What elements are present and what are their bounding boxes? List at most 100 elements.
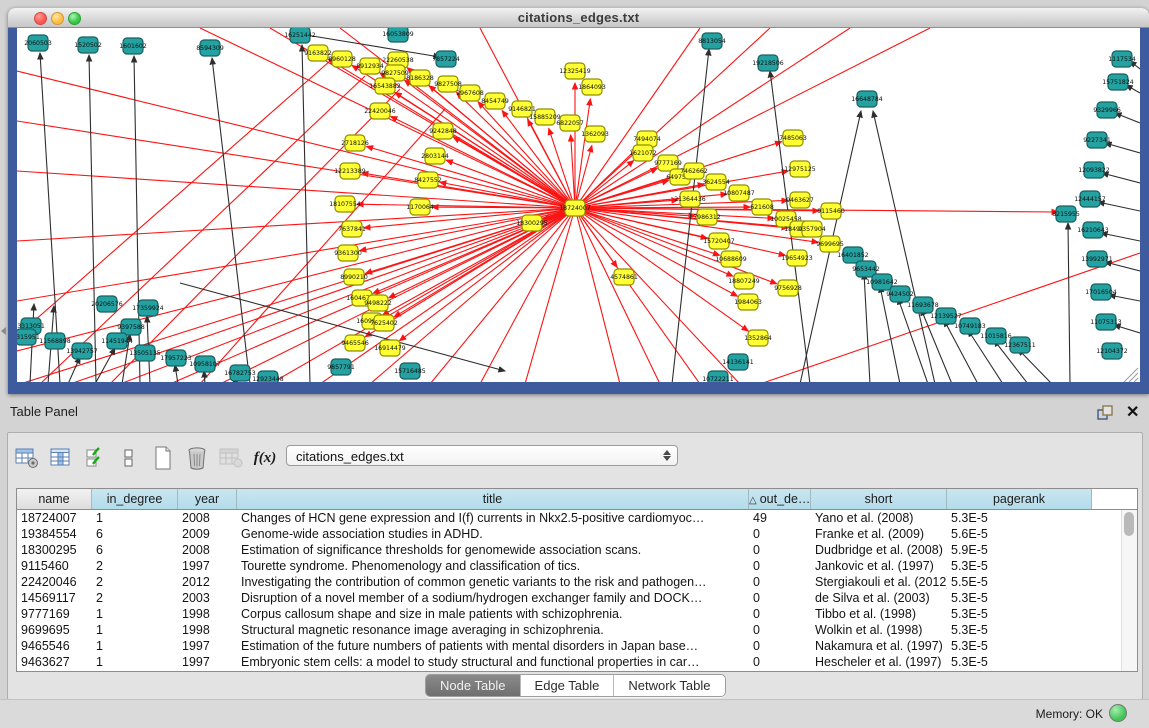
graph-node-teal[interactable]: 16782753	[224, 365, 256, 381]
graph-node-teal[interactable]: 12923448	[252, 371, 284, 382]
citation-edge[interactable]	[17, 61, 330, 336]
graph-node-yellow[interactable]: 12213389	[334, 163, 366, 179]
column-header-in_degree[interactable]: in_degree	[92, 489, 178, 509]
graph-node-yellow[interactable]: 7485063	[779, 130, 807, 146]
citation-edge[interactable]	[1098, 202, 1140, 211]
graph-node-teal[interactable]: 12139527	[930, 308, 962, 324]
graph-node-teal[interactable]: 15716485	[394, 363, 426, 379]
tab-network-table[interactable]: Network Table	[614, 675, 724, 696]
graph-node-yellow[interactable]: 1621072	[629, 145, 657, 161]
graph-node-yellow[interactable]: 7625402	[370, 315, 398, 331]
graph-node-yellow[interactable]: 8186328	[406, 70, 434, 86]
graph-node-teal[interactable]: 12093822	[1078, 162, 1110, 178]
graph-node-yellow[interactable]: 1864093	[578, 79, 606, 95]
table-column-icon[interactable]	[48, 446, 74, 470]
graph-node-yellow[interactable]: 15720407	[703, 233, 735, 249]
graph-node-teal[interactable]: 10749183	[954, 318, 986, 334]
table-row[interactable]: 946554611997Estimation of the future num…	[17, 638, 1137, 654]
citation-edge[interactable]	[400, 208, 575, 341]
graph-node-teal[interactable]: 16053809	[382, 28, 414, 42]
graph-node-teal[interactable]: 11693678	[907, 297, 939, 313]
graph-node-teal[interactable]: 12444157	[1074, 191, 1106, 207]
graph-node-teal[interactable]: 8594309	[196, 40, 224, 56]
graph-node-yellow[interactable]: 1170064	[406, 199, 434, 215]
graph-node-teal[interactable]: 16648784	[851, 91, 883, 107]
citation-edge[interactable]	[95, 348, 115, 382]
citation-edge[interactable]	[1068, 223, 1070, 382]
graph-node-yellow[interactable]: 7637841	[338, 221, 366, 237]
graph-node-yellow[interactable]: 8454749	[481, 93, 509, 109]
row-height-icon[interactable]	[116, 446, 142, 470]
column-header-pagerank[interactable]: pagerank	[947, 489, 1092, 509]
graph-node-yellow[interactable]: 8990210	[340, 269, 368, 285]
tab-edge-table[interactable]: Edge Table	[521, 675, 615, 696]
graph-node-yellow[interactable]: 6822057	[556, 115, 584, 131]
graph-node-teal[interactable]: 9329966	[1093, 102, 1121, 118]
graph-node-teal[interactable]: 13942757	[66, 343, 98, 359]
graph-node-yellow[interactable]: 8960128	[328, 51, 356, 67]
table-row[interactable]: 946362711997Embryonic stem cells: a mode…	[17, 654, 1137, 670]
column-header-name[interactable]: name	[17, 489, 92, 509]
citation-edge[interactable]	[212, 58, 250, 382]
graph-node-yellow[interactable]: 7986312	[693, 209, 721, 225]
column-header-short[interactable]: short	[811, 489, 947, 509]
graph-node-yellow[interactable]: 1984063	[734, 294, 762, 310]
graph-node-yellow[interactable]: 1362093	[581, 126, 609, 142]
graph-node-teal[interactable]: 16210643	[1077, 222, 1109, 238]
citation-edge[interactable]	[204, 371, 205, 382]
column-header-title[interactable]: title	[237, 489, 749, 509]
graph-node-teal[interactable]: 7857224	[432, 51, 460, 67]
graph-node-yellow[interactable]: 9115460	[817, 203, 845, 219]
citation-edge[interactable]	[175, 365, 178, 382]
citation-edge[interactable]	[1105, 262, 1140, 271]
graph-node-yellow[interactable]: 2967608	[456, 85, 484, 101]
graph-node-yellow[interactable]: 9242848	[429, 123, 457, 139]
graph-node-teal[interactable]: 11568898	[39, 333, 71, 349]
table-row[interactable]: 911546021997Tourette syndrome. Phenomeno…	[17, 558, 1137, 574]
graph-node-yellow[interactable]: 2803144	[421, 148, 449, 164]
table-row[interactable]: 1938455462009Genome-wide association stu…	[17, 526, 1137, 542]
citation-edge[interactable]	[1105, 143, 1140, 153]
graph-node-teal[interactable]: 10958107	[189, 356, 221, 372]
citation-edge[interactable]	[1102, 173, 1140, 183]
graph-node-yellow[interactable]: 9699695	[816, 236, 844, 252]
table-row[interactable]: 969969511998Structural magnetic resonanc…	[17, 622, 1137, 638]
citation-edge[interactable]	[575, 28, 930, 208]
graph-node-yellow[interactable]: 12975125	[784, 161, 816, 177]
graph-node-teal[interactable]: 14136141	[722, 354, 754, 370]
citation-edge[interactable]	[68, 357, 80, 382]
column-header-year[interactable]: year	[178, 489, 237, 509]
graph-node-teal[interactable]: 16251442	[284, 28, 316, 43]
graph-node-yellow[interactable]: 10807487	[723, 185, 755, 201]
table-row[interactable]: 2242004622012Investigating the contribut…	[17, 574, 1137, 590]
graph-node-teal[interactable]: 9227341	[1083, 132, 1111, 148]
graph-node-teal[interactable]: 11075313	[1090, 314, 1122, 330]
new-document-icon[interactable]	[150, 446, 176, 470]
table-selector-dropdown[interactable]: citations_edges.txt	[286, 445, 678, 466]
close-panel-icon[interactable]: ✕	[1126, 402, 1139, 422]
citation-edge[interactable]	[430, 208, 575, 382]
graph-node-yellow[interactable]: 12325419	[559, 63, 591, 79]
graph-node-teal[interactable]: 15751824	[1102, 74, 1134, 90]
graph-node-teal[interactable]: 1117534	[1108, 51, 1136, 67]
function-icon[interactable]: f(x)	[252, 446, 278, 470]
graph-node-teal[interactable]: 8215955	[1052, 206, 1080, 222]
graph-node-yellow[interactable]: 9463627	[786, 192, 814, 208]
citation-edge[interactable]	[270, 208, 575, 382]
graph-node-yellow[interactable]: 2718126	[341, 135, 369, 151]
citation-edge[interactable]	[200, 109, 445, 382]
graph-node-yellow[interactable]: 19654923	[781, 250, 813, 266]
graph-node-yellow[interactable]: 10688609	[715, 251, 747, 267]
citation-edge[interactable]	[1115, 113, 1140, 123]
resize-grip-icon[interactable]	[1134, 378, 1138, 382]
memory-status-icon[interactable]	[1109, 704, 1127, 722]
table-row[interactable]: 1456911722003Disruption of a novel membe…	[17, 590, 1137, 606]
table-row[interactable]: 1830029562008Estimation of significance …	[17, 542, 1137, 558]
citation-edge[interactable]	[1101, 233, 1140, 241]
graph-node-yellow[interactable]: 3624554	[702, 174, 730, 190]
graph-node-yellow[interactable]: 9498222	[364, 295, 392, 311]
graph-node-teal[interactable]: 13992971	[1081, 251, 1113, 267]
graph-node-teal[interactable]: 9424502	[886, 286, 914, 302]
graph-node-yellow[interactable]: 4574861	[610, 269, 638, 285]
graph-node-yellow[interactable]: 9756928	[774, 280, 802, 296]
